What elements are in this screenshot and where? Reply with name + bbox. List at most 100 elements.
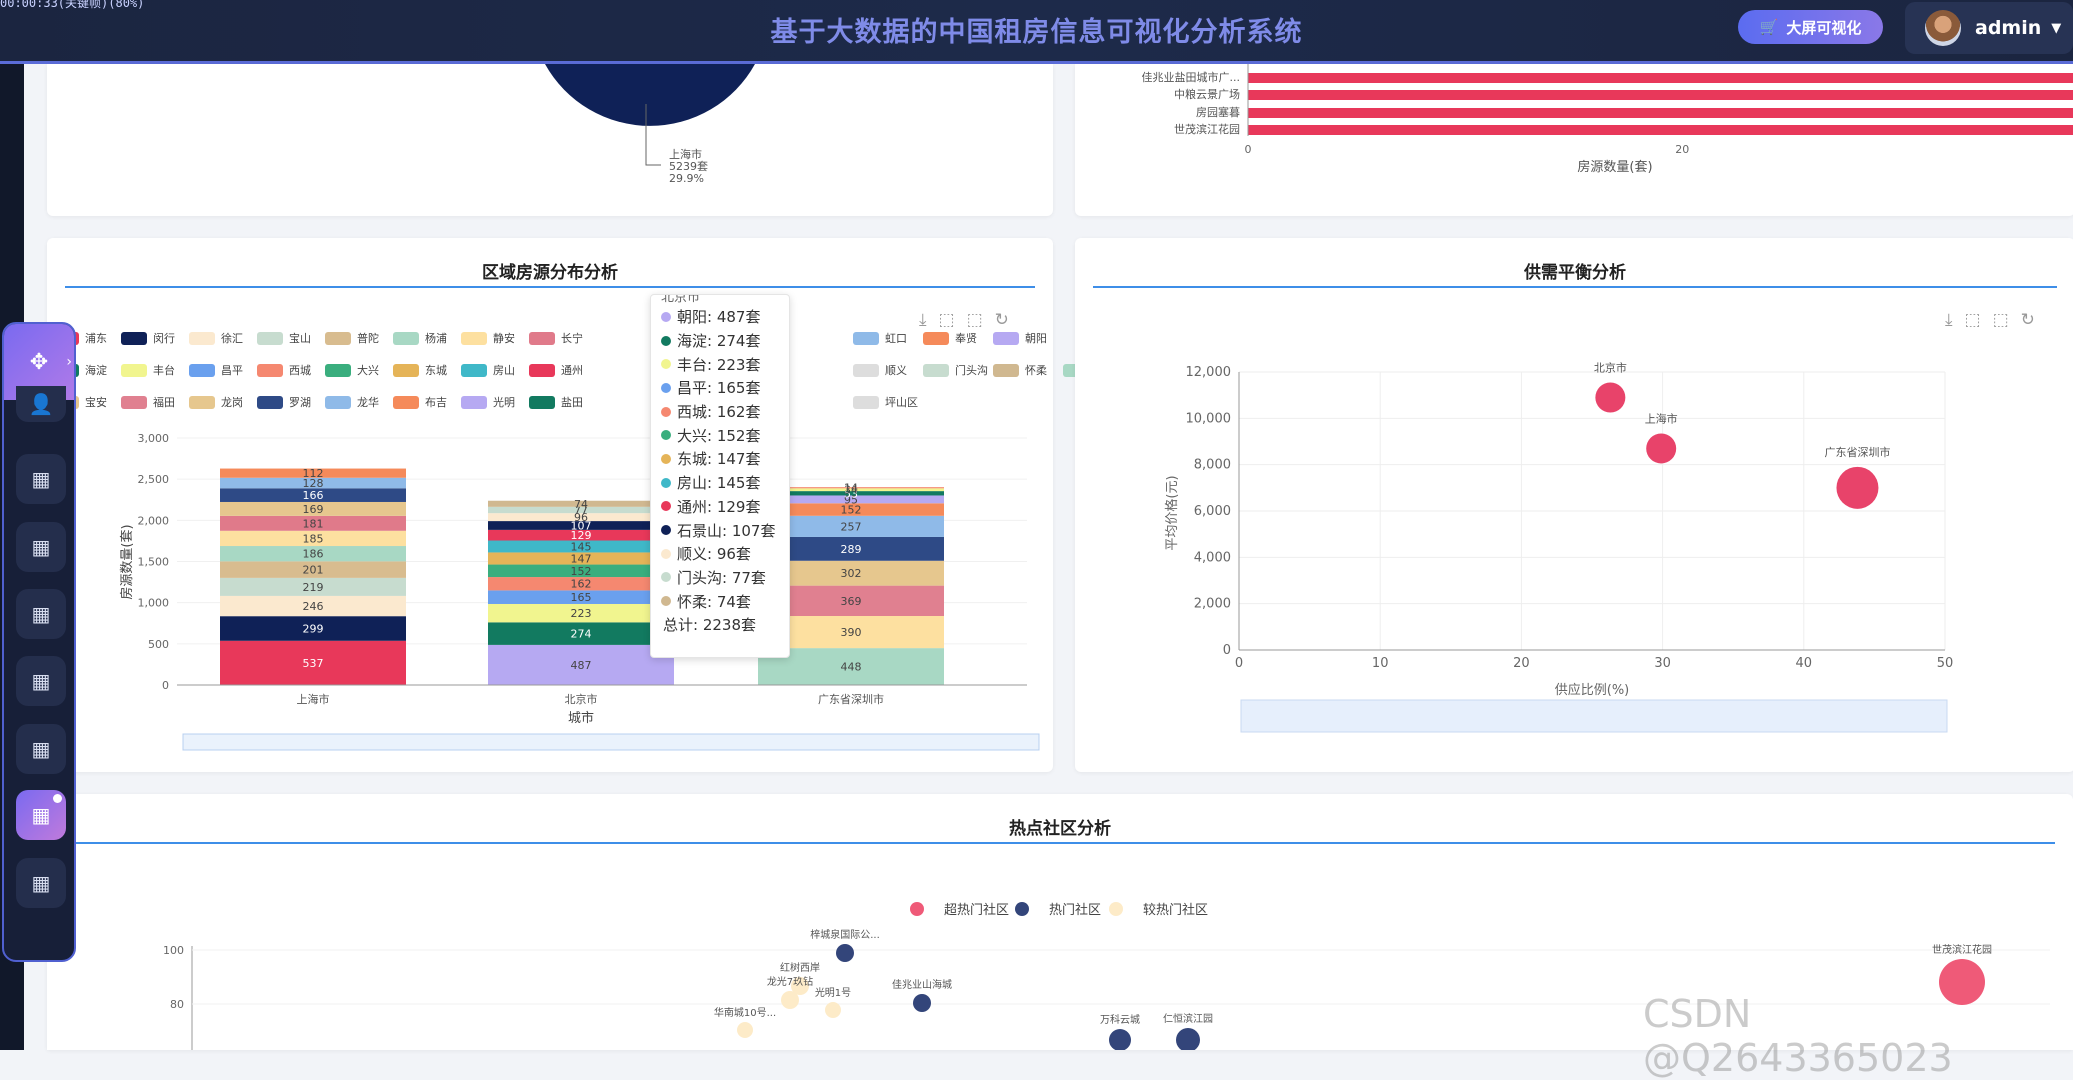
district-card: 区域房源分布分析 ⤓ ⬚ ⬚ ↻ 浦东 闵行 徐汇 宝山 普陀 杨浦 静安 长宁 虹口 奉贤 朝阳海…: [47, 238, 1117, 772]
bar-segment-label: 448: [841, 661, 862, 674]
grid-icon: ▦: [31, 871, 51, 895]
bar-segment-label: 487: [571, 659, 592, 672]
grid-icon: ▦: [31, 669, 51, 693]
bar-segment-label: 165: [571, 591, 592, 604]
scatter-point[interactable]: [1646, 433, 1677, 464]
y-tick-label: 12,000: [1186, 365, 1232, 380]
tooltip-marker: [661, 311, 671, 322]
bar-segment-label: 145: [571, 540, 592, 553]
tooltip-row-text: 大兴: 152套: [677, 426, 761, 445]
bigscreen-label: 大屏可视化: [1786, 18, 1862, 37]
bar-segment-label: 274: [571, 628, 592, 641]
x-tick-label: 20: [1513, 656, 1530, 671]
bar[interactable]: [1248, 73, 2073, 83]
scatter-point[interactable]: [1836, 466, 1879, 509]
bar-segment-label: 302: [841, 567, 862, 580]
datazoom-slider[interactable]: [182, 733, 1040, 751]
bar-segment-label: 186: [303, 548, 324, 561]
y-tick-label: 1,000: [138, 597, 170, 610]
tooltip-row-text: 怀柔: 74套: [677, 592, 751, 611]
tooltip-marker: [661, 548, 671, 559]
tooltip-marker: [661, 430, 671, 441]
community-bar-card: 佳兆业盐田城市广...51套中粮云景广场57套房园塞暮62套世茂滨江花园80套0…: [1075, 64, 2073, 216]
district-stacked-bar-chart: 0 500 1,000 1,500 2,000 2,500 3,000 537 299 246 21…: [119, 432, 1040, 751]
chevron-right-icon[interactable]: ›: [66, 354, 72, 370]
scatter-point-label: 北京市: [1594, 360, 1627, 374]
tooltip-row-text: 丰台: 223套: [677, 355, 761, 374]
y-tick-label: 2,000: [1194, 597, 1231, 612]
bigscreen-button[interactable]: 🛒 大屏可视化: [1738, 10, 1883, 44]
sidebar-item-2[interactable]: ▦: [16, 522, 66, 572]
sidebar-item-active[interactable]: ▦: [16, 790, 66, 840]
chart-tooltip: 北京市 朝阳: 487套 海淀: 274套 丰台: 223套 昌平: 165套 西城: …: [650, 294, 790, 658]
scatter-point[interactable]: [1595, 382, 1626, 413]
tooltip-row-text: 房山: 145套: [677, 474, 761, 493]
tooltip-row: 大兴: 152套: [651, 423, 789, 447]
pie-card: 上海市 5239套 29.9%: [47, 64, 1053, 216]
user-menu[interactable]: admin ▼: [1905, 2, 2073, 54]
sidebar-item-4[interactable]: ▦: [16, 656, 66, 706]
pie-chart: 上海市 5239套 29.9%: [545, 64, 755, 185]
tooltip-marker: [661, 477, 671, 488]
sidebar-item-7[interactable]: ▦: [16, 858, 66, 908]
bar-segment-label: 162: [571, 578, 592, 591]
floating-sidebar: ✥ › 👤 ▦ ▦ ▦ ▦ ▦ ▦ ▦: [2, 322, 76, 962]
tooltip-row: 东城: 147套: [651, 447, 789, 471]
tooltip-rows: 朝阳: 487套 海淀: 274套丰台: 223套 昌平: 165套 西城: 162套…: [651, 305, 789, 613]
tooltip-marker: [661, 382, 671, 393]
x-tick-label: 30: [1654, 656, 1671, 671]
bar-segment-label: 201: [303, 564, 324, 577]
sidebar-item-3[interactable]: ▦: [16, 589, 66, 639]
bar-segment-label: 181: [303, 517, 324, 530]
y-tick-label: 500: [148, 638, 169, 651]
avatar[interactable]: [1925, 10, 1961, 46]
bar-segment-label: 169: [303, 503, 324, 516]
tooltip-row: 朝阳: 487套: [651, 305, 789, 329]
bar-segment-label: 246: [303, 600, 324, 613]
sidebar-item-1[interactable]: ▦: [16, 454, 66, 504]
grid-icon: ▦: [31, 803, 51, 827]
tooltip-marker: [661, 596, 671, 607]
y-axis-title: 房源数量(套): [119, 524, 135, 599]
supply-scatter-chart: 0 2,000 4,000 6,000 8,000 10,000 12,000 0 10 20 30…: [1164, 360, 1954, 733]
y-tick-label: 10,000: [1186, 411, 1232, 426]
tooltip-marker: [661, 525, 671, 536]
bar-category-label: 房园塞暮: [1196, 105, 1240, 119]
bar[interactable]: [1248, 108, 2073, 118]
pie-slice[interactable]: [545, 64, 755, 126]
bar-segment-label: 147: [571, 552, 592, 565]
bar[interactable]: [1248, 90, 2073, 100]
cart-icon: 🛒: [1759, 18, 1779, 36]
scatter-point-label: 广东省深圳市: [1824, 445, 1890, 459]
tooltip-row-text: 昌平: 165套: [677, 379, 761, 398]
tooltip-marker: [661, 335, 671, 346]
grid-icon: ▦: [31, 535, 51, 559]
tooltip-row: 通州: 129套: [651, 495, 789, 519]
community-bar-chart: 佳兆业盐田城市广...51套中粮云景广场57套房园塞暮62套世茂滨江花园80套0…: [1142, 64, 2073, 175]
bar[interactable]: [1248, 125, 2073, 135]
chevron-down-icon[interactable]: ▼: [2051, 21, 2061, 36]
x-axis-title: 城市: [568, 710, 594, 726]
datazoom-slider[interactable]: [1240, 699, 1948, 733]
pie-label-percent: 29.9%: [669, 172, 704, 185]
tooltip-row-text: 顺义: 96套: [677, 545, 751, 564]
bar-segment-label: 257: [841, 520, 862, 533]
y-axis-title: 平均价格(元): [1164, 475, 1180, 550]
x-tick-label: 50: [1937, 656, 1954, 671]
y-tick-label: 1,500: [138, 556, 170, 569]
title-underline: [65, 842, 2055, 844]
tooltip-row-text: 西城: 162套: [677, 403, 761, 422]
pie-label-city: 上海市: [669, 147, 702, 161]
x-axis-title: 房源数量(套): [1577, 159, 1652, 175]
tooltip-row: 石景山: 107套: [651, 518, 789, 542]
sidebar-item-user[interactable]: 👤: [16, 386, 66, 422]
tooltip-row: 西城: 162套: [651, 400, 789, 424]
grid-icon: ▦: [31, 467, 51, 491]
tooltip-row: 怀柔: 74套: [651, 589, 789, 613]
user-icon: 👤: [28, 392, 54, 416]
bar-segment-label: 223: [571, 607, 592, 620]
sidebar-item-5[interactable]: ▦: [16, 724, 66, 774]
bar-segment-label: 185: [303, 532, 324, 545]
x-tick-label: 上海市: [297, 692, 330, 706]
tooltip-row: 海淀: 274套: [651, 329, 789, 353]
